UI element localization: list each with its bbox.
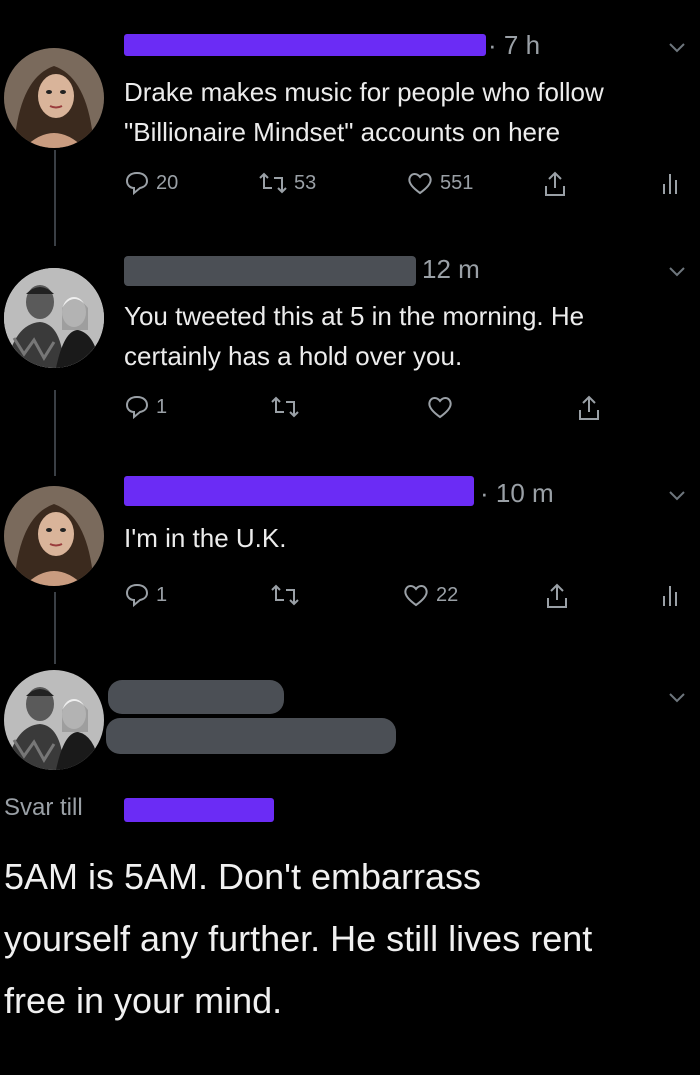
analytics-icon xyxy=(663,174,677,194)
tweet-text-line: You tweeted this at 5 in the morning. He xyxy=(124,301,585,331)
avatar[interactable] xyxy=(4,268,104,368)
share-icon xyxy=(547,583,567,608)
thread-connector xyxy=(54,592,56,664)
analytics-button[interactable] xyxy=(660,170,682,196)
tweet-actions: 20 53 551 xyxy=(124,170,694,204)
retweet-count: 53 xyxy=(294,171,317,194)
reply-icon xyxy=(125,395,149,420)
share-button[interactable] xyxy=(542,170,568,198)
thread-connector xyxy=(54,150,56,246)
tweet-text-line: certainly has a hold over you. xyxy=(124,341,463,371)
reply-text-line: 5AM is 5AM. Don't embarrass xyxy=(4,856,482,897)
analytics-button[interactable] xyxy=(660,582,682,608)
reply-icon xyxy=(125,171,149,196)
retweet-button[interactable] xyxy=(270,394,300,420)
retweet-button[interactable]: 53 xyxy=(258,170,316,196)
reply-button[interactable]: 1 xyxy=(124,582,167,608)
share-button[interactable] xyxy=(576,394,602,422)
like-icon xyxy=(428,397,452,419)
tweet-actions: 1 22 xyxy=(124,582,694,616)
chevron-down-icon[interactable] xyxy=(668,688,686,706)
tweet-timestamp: 12 m xyxy=(422,254,480,284)
like-button[interactable]: 551 xyxy=(406,170,473,196)
tweet-timestamp: · 10 m xyxy=(480,478,554,508)
avatar[interactable] xyxy=(4,486,104,586)
tweet-text-line: Drake makes music for people who follow xyxy=(124,77,604,107)
retweet-icon xyxy=(271,584,299,606)
tweet-text-line: I'm in the U.K. xyxy=(124,523,287,553)
tweet-text: You tweeted this at 5 in the morning. He… xyxy=(124,296,694,376)
analytics-icon xyxy=(663,586,677,606)
reply-text-line: free in your mind. xyxy=(4,980,283,1021)
avatar[interactable] xyxy=(4,48,104,148)
tweet-timestamp: · 7 h xyxy=(488,30,541,60)
share-button[interactable] xyxy=(544,582,570,610)
like-button[interactable]: 22 xyxy=(402,582,458,608)
retweet-icon xyxy=(271,396,299,418)
reply-icon xyxy=(125,583,149,608)
reply-text: 5AM is 5AM. Don't embarrass yourself any… xyxy=(4,846,694,1032)
reply-count: 1 xyxy=(156,583,168,606)
thread-connector xyxy=(54,390,56,476)
chevron-down-icon[interactable] xyxy=(668,38,686,56)
redacted-username xyxy=(106,718,396,754)
like-count: 551 xyxy=(440,171,474,194)
reply-count: 20 xyxy=(156,171,179,194)
reply-to-text: Svar till xyxy=(4,794,83,821)
redacted-username xyxy=(124,34,486,56)
share-icon xyxy=(579,395,599,420)
tweet-text: Drake makes music for people who follow … xyxy=(124,72,694,152)
reply-button[interactable]: 1 xyxy=(124,394,167,420)
redacted-username xyxy=(124,476,474,506)
share-icon xyxy=(545,171,565,196)
chevron-down-icon[interactable] xyxy=(668,486,686,504)
like-icon xyxy=(408,173,432,195)
reply-text-line: yourself any further. He still lives ren… xyxy=(4,918,593,959)
avatar[interactable] xyxy=(4,670,104,770)
like-count: 22 xyxy=(436,583,459,606)
like-icon xyxy=(404,585,428,607)
tweet-text-line: "Billionaire Mindset" accounts on here xyxy=(124,117,561,147)
tweet-text: I'm in the U.K. xyxy=(124,518,694,558)
tweet-actions: 1 xyxy=(124,394,694,428)
redacted-display-name xyxy=(108,680,284,714)
like-button[interactable] xyxy=(426,394,454,420)
redacted-username xyxy=(124,256,416,286)
chevron-down-icon[interactable] xyxy=(668,262,686,280)
retweet-button[interactable] xyxy=(270,582,300,608)
redacted-mention[interactable] xyxy=(124,798,274,822)
reply-count: 1 xyxy=(156,395,168,418)
reply-to-label: Svar till xyxy=(4,794,83,822)
retweet-icon xyxy=(259,172,287,194)
reply-button[interactable]: 20 xyxy=(124,170,178,196)
